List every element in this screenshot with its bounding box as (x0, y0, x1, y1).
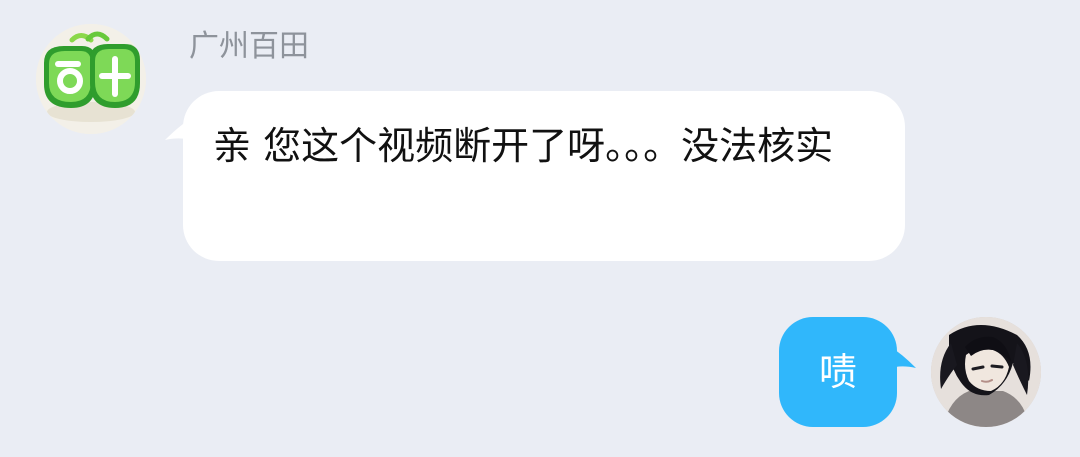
user-avatar-icon (931, 317, 1041, 427)
sender-name: 广州百田 (189, 29, 309, 64)
sender-avatar[interactable] (36, 24, 146, 134)
brand-logo-icon (36, 24, 146, 134)
outgoing-message-text: 啧 (818, 350, 857, 394)
incoming-message-bubble[interactable]: 亲 您这个视频断开了呀。。。没法核实 (183, 91, 905, 261)
user-avatar[interactable] (931, 317, 1041, 427)
outgoing-message-bubble[interactable]: 啧 (779, 317, 897, 427)
incoming-message-text: 亲 您这个视频断开了呀。。。没法核实 (213, 124, 834, 168)
